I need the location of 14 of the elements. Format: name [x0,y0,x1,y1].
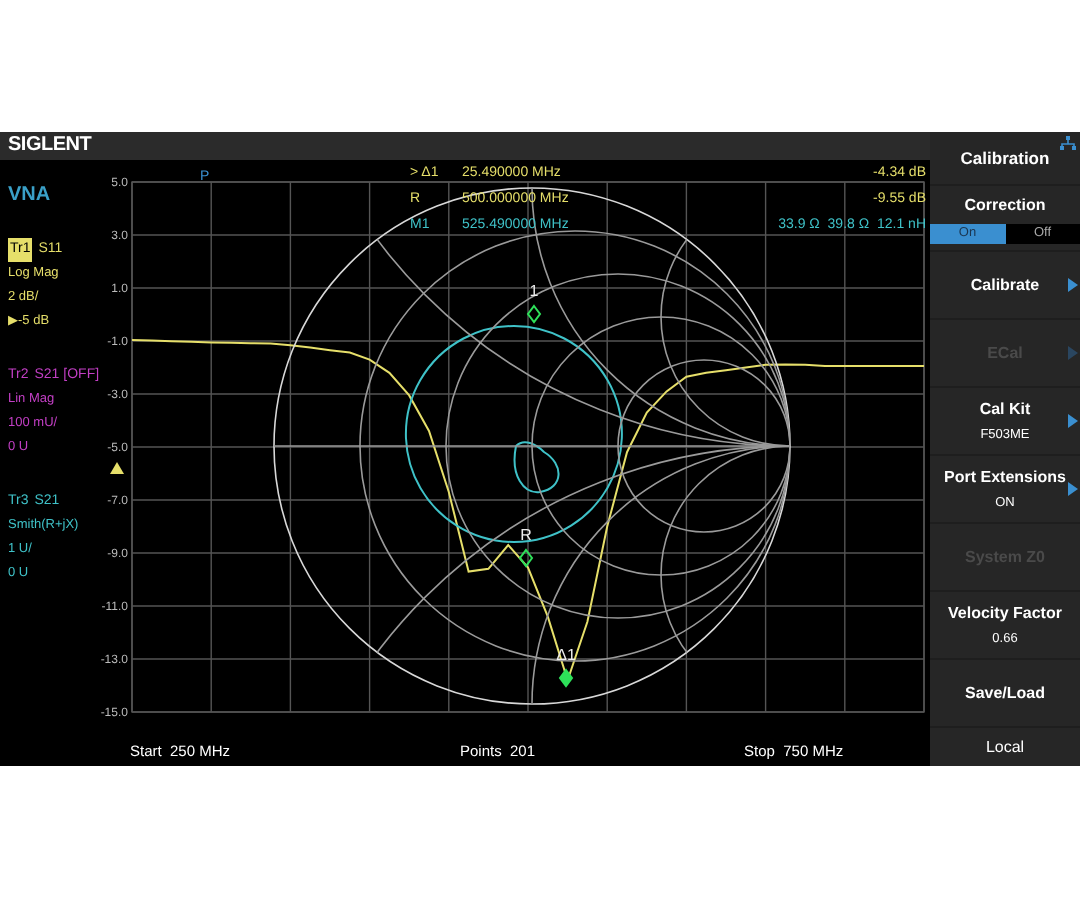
menu-title: Calibration [960,145,1050,171]
network-icon [1060,136,1076,150]
marker-icon [518,548,534,568]
menu-label: Correction [964,193,1046,217]
local-label: Local [985,735,1025,759]
marker-icon [526,304,542,324]
menu-button[interactable]: Save/Load [930,660,1080,726]
mode-label: VNA [8,182,53,210]
marker-label: R [520,526,532,544]
reference-marker-icon [110,462,124,474]
marker-icon [558,668,574,688]
brand-logo: SIGLENT [8,136,92,156]
marker-label: 1 [529,282,539,300]
menu-button[interactable]: Calibrate [930,252,1080,318]
